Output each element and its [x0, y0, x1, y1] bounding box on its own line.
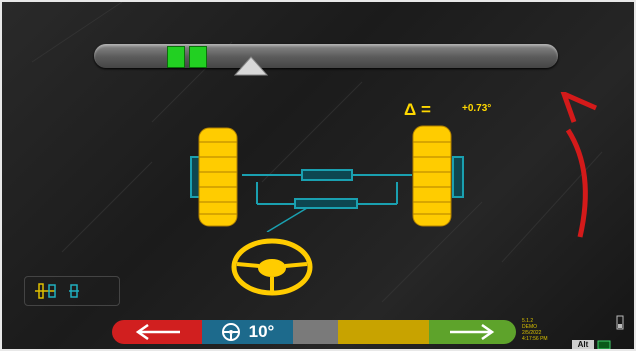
- status-block: 5.1.2 DEMO 2/5/2022 4:17:56 PM: [522, 318, 548, 342]
- steering-angle-value: 10°: [248, 322, 275, 341]
- gauge-tolerance-left: [167, 46, 185, 68]
- delta-symbol: Δ =: [404, 100, 431, 119]
- alt-key-badge[interactable]: Alt: [572, 340, 594, 349]
- turn-left-button[interactable]: [112, 320, 202, 344]
- turn-right-button[interactable]: [429, 320, 516, 344]
- range-segment-grey: [293, 320, 338, 344]
- time-text: 4:17:56 PM: [522, 336, 548, 342]
- adjust-direction-arrow-icon: [560, 92, 598, 238]
- right-wheel: [412, 125, 452, 227]
- network-icon: [597, 340, 611, 349]
- delta-value: +0.73°: [462, 103, 492, 114]
- steering-wheel-icon: [221, 323, 240, 341]
- arrow-right-icon: [449, 324, 494, 340]
- gauge-pointer: [234, 56, 268, 76]
- steering-wheel: [231, 238, 313, 296]
- gauge-tolerance-right: [189, 46, 207, 68]
- alignment-screen: Δ = +0.73° 10° 5.1.2 DEMO 2/5/2022 4:17:…: [0, 0, 636, 351]
- steering-angle-display: 10°: [202, 320, 293, 344]
- axle-diagram: [190, 125, 464, 232]
- range-segment-yellow: [338, 320, 429, 344]
- left-wheel: [198, 127, 238, 227]
- arrow-left-icon: [135, 324, 180, 340]
- tolerance-gauge: [94, 44, 558, 68]
- axle-mini-widget[interactable]: [24, 276, 120, 306]
- axle-mini-icon: [35, 283, 79, 299]
- battery-icon: [616, 315, 624, 330]
